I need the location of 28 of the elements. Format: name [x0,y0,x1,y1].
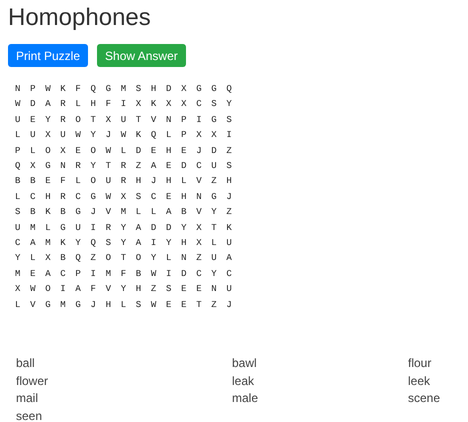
word-entry: male [232,391,258,406]
letter-row-text: XWOIAFVYHZSEENU [15,283,242,296]
word-entry: bawl [232,356,257,370]
letter-row-text: BBEFLOURHJHLVZH [15,175,242,188]
word-entry: leek [408,374,430,388]
letter-row-text: SBKBGJVMLLABVYZ [15,206,242,220]
word-entry: mail [16,391,38,406]
page-title: Homophones [8,3,151,33]
letter-row-text: WDARLHFIXKXXCSY [15,98,242,112]
word-entry: seen [16,408,42,422]
letter-row-text: LCHRCGWXSCEHNGJ [15,190,242,204]
letter-row-text: LUXUWYJWKQLPXXI [15,129,242,142]
answer-button[interactable]: Show Answer [97,44,186,67]
letter-row-text: YLXBQZOTOYLNZUA [15,252,242,266]
word-entry: flour [408,356,432,370]
word-entry: leak [232,374,254,388]
letter-row-text: CAMKYQSYAIYHXLU [15,237,242,250]
word-entry: ball [16,356,35,370]
word-entry: scene [408,391,440,406]
letter-row-text: PLOXEOWLDEHEJDZ [15,144,242,158]
letter-row-text: LVGMGJHLSWEETZJ [15,298,242,312]
letter-row-text: QXGNRYTRZAEDCUS [15,160,242,174]
print-button[interactable]: Print Puzzle [8,44,88,67]
word-entry: flower [16,374,48,388]
letter-row-text: UEYROTXUTVNPIGS [15,114,242,127]
letter-row-text: UMLGUIRYADDYXTK [15,222,242,235]
letter-row-text: MEACPIMFBWIDCYC [15,268,242,281]
letter-row-text: NPWKFQGMSHDXGGQ [15,83,242,96]
